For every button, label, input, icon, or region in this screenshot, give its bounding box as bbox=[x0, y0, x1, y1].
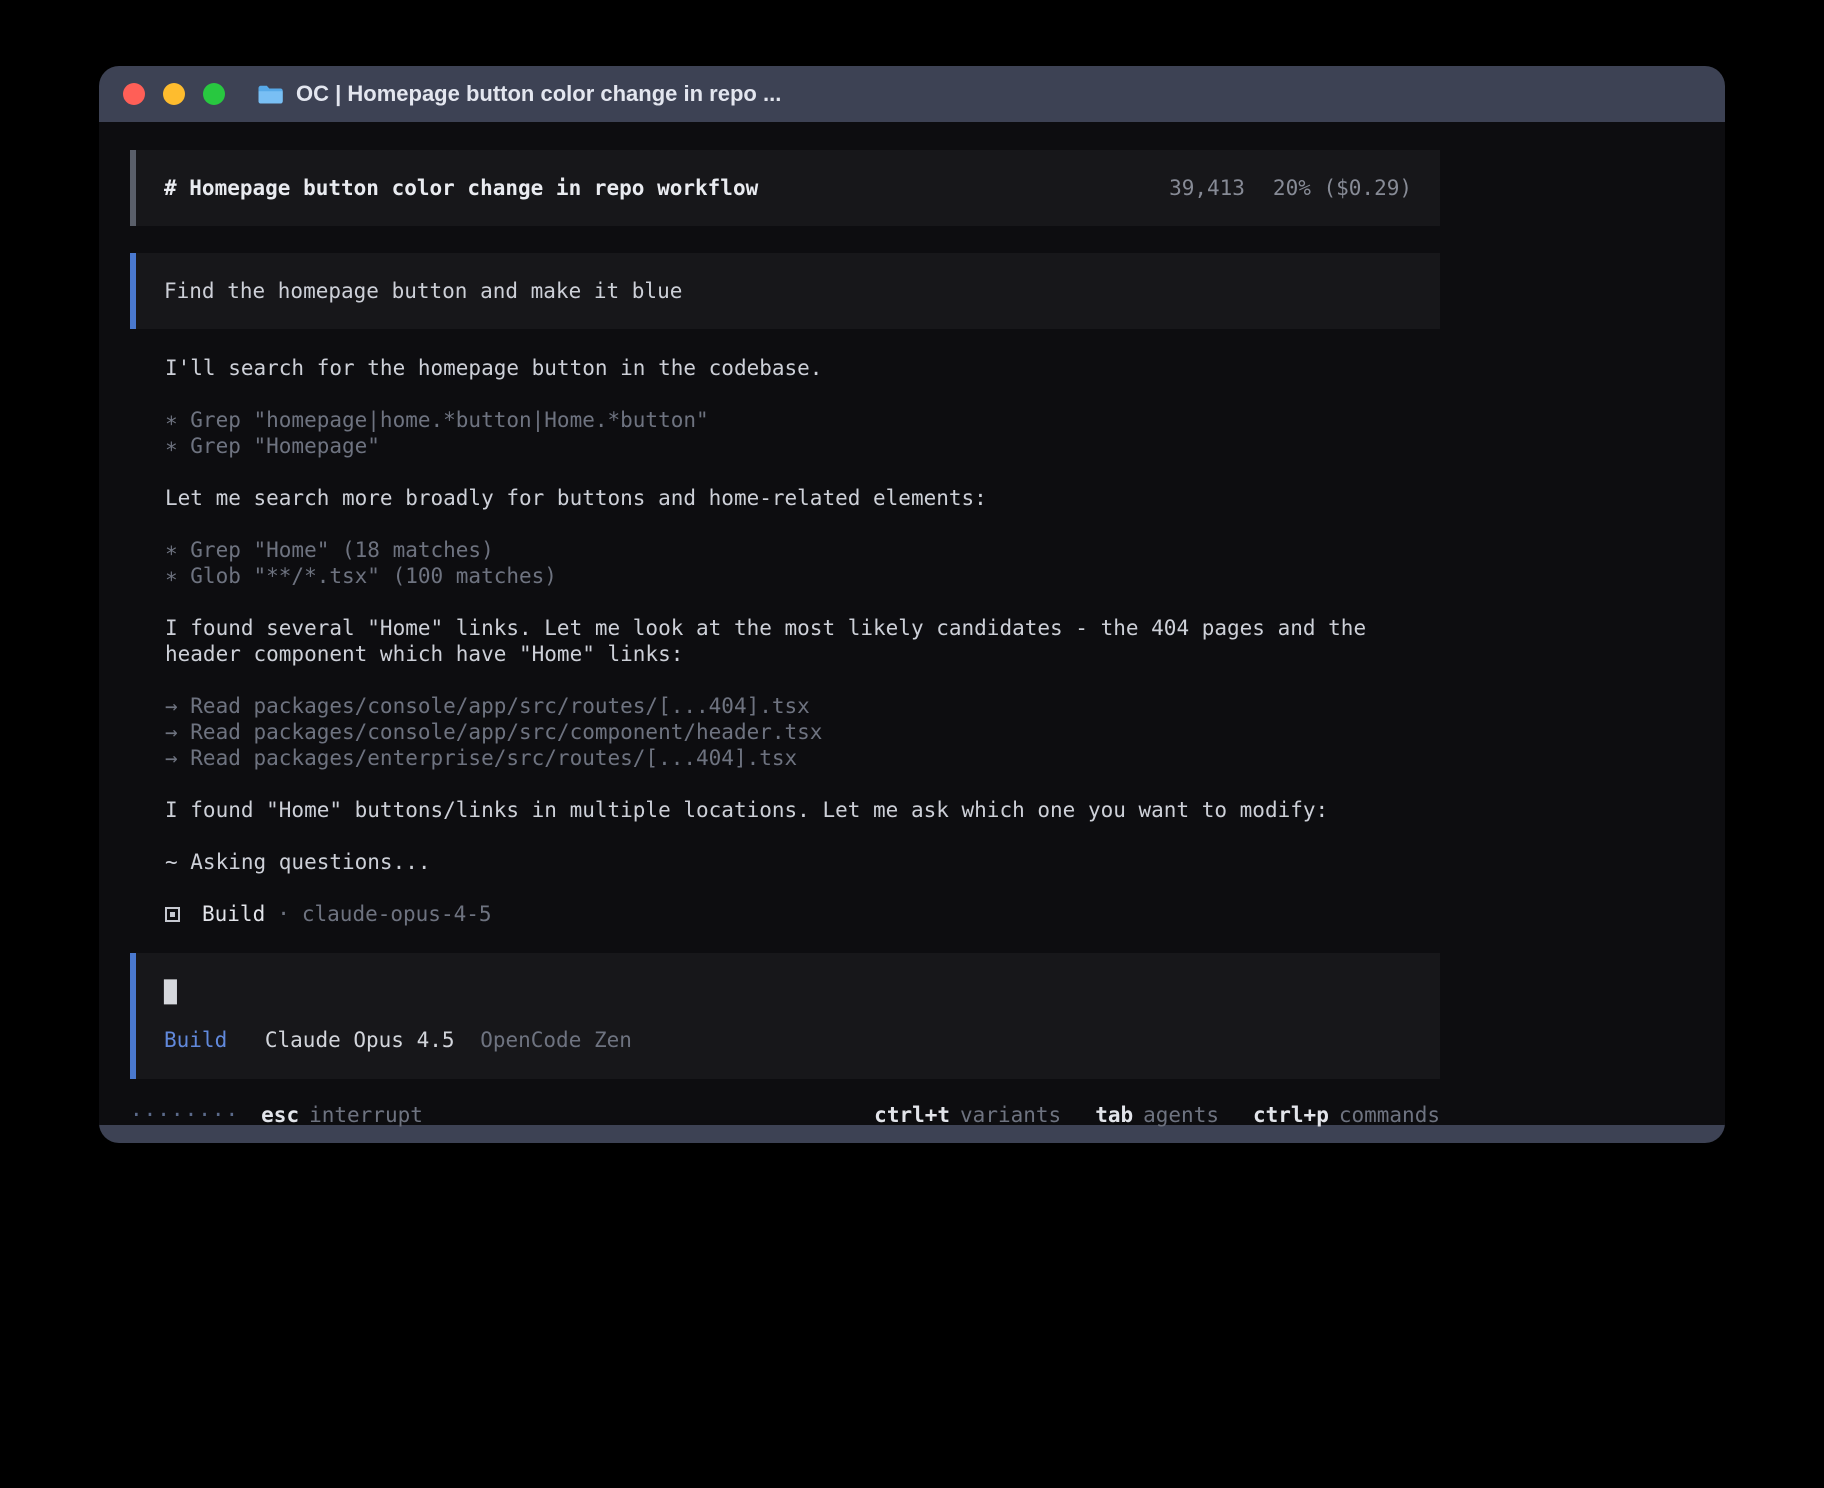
user-message: Find the homepage button and make it blu… bbox=[130, 253, 1440, 329]
tool-call-group: → Read packages/console/app/src/routes/[… bbox=[130, 693, 1440, 771]
assistant-text: I found several "Home" links. Let me loo… bbox=[165, 615, 1440, 667]
terminal-content[interactable]: # Homepage button color change in repo w… bbox=[99, 122, 1725, 1125]
agent-badge[interactable]: Build bbox=[164, 1028, 227, 1052]
assistant-paragraph: I found "Home" buttons/links in multiple… bbox=[130, 797, 1440, 823]
assistant-text: Let me search more broadly for buttons a… bbox=[165, 485, 1440, 511]
tool-call-grep: ∗ Grep "Home" (18 matches) bbox=[165, 537, 1440, 563]
assistant-text: I'll search for the homepage button in t… bbox=[165, 355, 1440, 381]
session-title: # Homepage button color change in repo w… bbox=[164, 175, 758, 201]
esc-key: esc bbox=[261, 1103, 299, 1127]
session-header: # Homepage button color change in repo w… bbox=[130, 150, 1440, 226]
assistant-paragraph: Let me search more broadly for buttons a… bbox=[130, 485, 1440, 511]
interrupt-hint: esc interrupt bbox=[261, 1103, 423, 1127]
tool-call-glob: ∗ Glob "**/*.tsx" (100 matches) bbox=[165, 563, 1440, 589]
ctrl-p-key: ctrl+p bbox=[1253, 1103, 1329, 1127]
assistant-paragraph: I found several "Home" links. Let me loo… bbox=[130, 615, 1440, 667]
token-count: 39,413 bbox=[1169, 176, 1245, 200]
folder-icon bbox=[257, 84, 284, 105]
titlebar[interactable]: OC | Homepage button color change in rep… bbox=[99, 66, 1725, 122]
assistant-paragraph: ~ Asking questions... bbox=[130, 849, 1440, 875]
agent-step-model: claude-opus-4-5 bbox=[302, 901, 492, 927]
tool-call-grep: ∗ Grep "homepage|home.*button|Home.*butt… bbox=[165, 407, 1440, 433]
status-text: ~ Asking questions... bbox=[165, 849, 1440, 875]
assistant-text: I found "Home" buttons/links in multiple… bbox=[165, 797, 1440, 823]
assistant-paragraph: I'll search for the homepage button in t… bbox=[130, 355, 1440, 381]
prompt-input[interactable]: █ Build Claude Opus 4.5 OpenCode Zen bbox=[130, 953, 1440, 1079]
variants-hint: ctrl+t variants bbox=[874, 1103, 1061, 1127]
model-name: Claude Opus 4.5 bbox=[265, 1028, 455, 1052]
ctrl-t-key: ctrl+t bbox=[874, 1103, 950, 1127]
agent-step-row: Build · claude-opus-4-5 bbox=[130, 901, 1440, 927]
tool-call-read: → Read packages/console/app/src/componen… bbox=[165, 719, 1440, 745]
separator-dot: · bbox=[277, 902, 290, 926]
tool-call-grep: ∗ Grep "Homepage" bbox=[165, 433, 1440, 459]
agents-hint: tab agents bbox=[1095, 1103, 1219, 1127]
session-stats: 39,413 20% ($0.29) bbox=[1169, 175, 1412, 201]
interrupt-label: interrupt bbox=[309, 1103, 423, 1127]
commands-label: commands bbox=[1339, 1103, 1440, 1127]
provider-name: OpenCode Zen bbox=[480, 1028, 632, 1052]
zoom-button[interactable] bbox=[203, 83, 225, 105]
progress-dots: ········ bbox=[130, 1103, 239, 1127]
tool-call-read: → Read packages/console/app/src/routes/[… bbox=[165, 693, 1440, 719]
agent-step-label: Build bbox=[202, 901, 265, 927]
status-bar: ········ esc interrupt ctrl+t variants tab… bbox=[130, 1103, 1440, 1127]
close-button[interactable] bbox=[123, 83, 145, 105]
tool-call-group: ∗ Grep "Home" (18 matches) ∗ Glob "**/*.… bbox=[130, 537, 1440, 589]
tool-call-read: → Read packages/enterprise/src/routes/[.… bbox=[165, 745, 1440, 771]
context-usage: 20% ($0.29) bbox=[1273, 176, 1412, 200]
text-cursor: █ bbox=[164, 979, 1412, 1006]
tab-key: tab bbox=[1095, 1103, 1133, 1127]
model-line: Build Claude Opus 4.5 OpenCode Zen bbox=[164, 1027, 1412, 1053]
minimize-button[interactable] bbox=[163, 83, 185, 105]
agent-icon-dot bbox=[170, 912, 175, 917]
terminal-window: OC | Homepage button color change in rep… bbox=[99, 66, 1725, 1143]
agents-label: agents bbox=[1143, 1103, 1219, 1127]
variants-label: variants bbox=[960, 1103, 1061, 1127]
tool-call-group: ∗ Grep "homepage|home.*button|Home.*butt… bbox=[130, 407, 1440, 459]
window-title: OC | Homepage button color change in rep… bbox=[296, 81, 781, 107]
commands-hint: ctrl+p commands bbox=[1253, 1103, 1440, 1127]
user-message-text: Find the homepage button and make it blu… bbox=[164, 279, 682, 303]
agent-icon bbox=[165, 907, 180, 922]
session-column: # Homepage button color change in repo w… bbox=[130, 150, 1440, 1127]
